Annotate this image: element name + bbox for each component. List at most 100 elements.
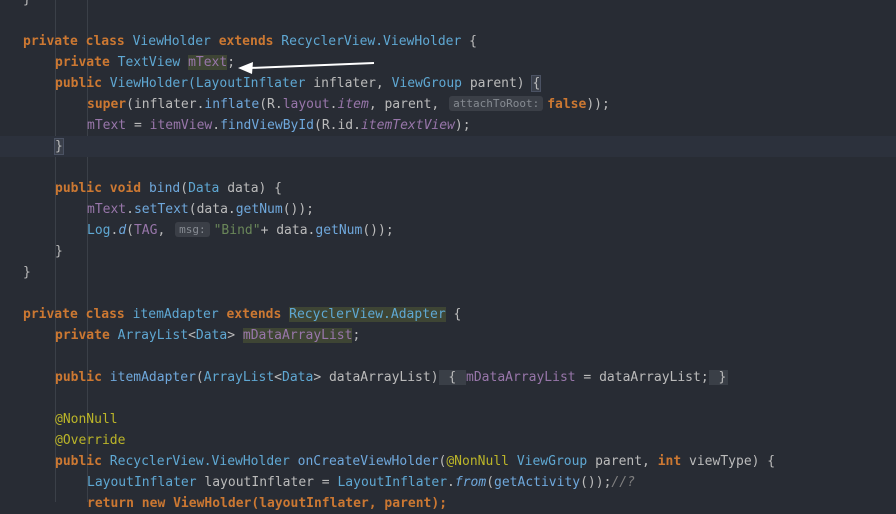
code-line[interactable]: private class ViewHolder extends Recycle… — [0, 31, 896, 52]
code-line[interactable]: public itemAdapter(ArrayList<Data> dataA… — [0, 367, 896, 388]
code-token: bind — [148, 181, 181, 196]
code-token: RecyclerView.ViewHolder — [101, 454, 298, 469]
code-line[interactable]: mText.setText(data.getNum()); — [0, 199, 896, 220]
code-token: ( — [126, 223, 134, 238]
code-token: ViewHolder( — [101, 76, 196, 91]
code-token: private — [55, 55, 110, 70]
code-line[interactable]: private class itemAdapter extends Recycl… — [0, 304, 896, 325]
code-line[interactable]: @Override — [0, 430, 896, 451]
code-line[interactable]: mText = itemView.findViewById(R.id.itemT… — [0, 115, 896, 136]
code-token: itemTextView — [360, 118, 455, 133]
folded-block-close[interactable]: } — [708, 370, 729, 385]
code-token: layoutInflater = — [196, 475, 338, 490]
code-token: ()); — [362, 223, 394, 238]
code-token: "Bind" — [213, 223, 261, 238]
code-token: extends — [218, 34, 274, 49]
parameter-hint: msg: — [175, 222, 210, 237]
code-token: getActivity — [494, 475, 581, 490]
code-token: } — [23, 0, 31, 7]
code-editor[interactable]: } private class ViewHolder extends Recyc… — [0, 0, 896, 511]
code-token: viewType) { — [681, 454, 776, 469]
code-token: ); — [454, 118, 471, 133]
code-token: Data — [188, 181, 220, 196]
code-token: findViewById — [220, 118, 314, 133]
code-token: itemAdapter — [124, 307, 227, 322]
code-token: @NonNull — [55, 412, 118, 427]
code-token: private — [23, 307, 78, 322]
code-token: public — [55, 181, 102, 196]
code-token: mText — [87, 202, 127, 217]
code-line[interactable]: } — [0, 262, 896, 283]
code-token: ()); — [580, 475, 612, 490]
code-token: super — [87, 97, 127, 112]
code-line[interactable]: LayoutInflater layoutInflater = LayoutIn… — [0, 472, 896, 493]
code-token: public — [55, 454, 102, 469]
code-line[interactable]: public RecyclerView.ViewHolder onCreateV… — [0, 451, 896, 472]
code-line[interactable]: private ArrayList<Data> mDataArrayList; — [0, 325, 896, 346]
code-token: ()); — [282, 202, 315, 217]
code-token: { — [461, 34, 477, 49]
code-token: ( — [486, 475, 495, 490]
code-token: parent, — [587, 454, 658, 469]
code-token: )); — [586, 97, 610, 112]
code-token: . — [447, 475, 455, 490]
code-token: , — [157, 223, 174, 238]
code-line[interactable]: } — [0, 0, 896, 10]
code-token: { — [445, 307, 462, 322]
code-token: itemAdapter — [109, 370, 196, 385]
code-line[interactable]: private TextView mText; — [0, 52, 896, 73]
code-line-current[interactable]: } — [0, 136, 896, 157]
code-line[interactable]: public void bind(Data data) { — [0, 178, 896, 199]
code-token: (R.id. — [314, 118, 361, 133]
code-token: private — [55, 328, 110, 343]
code-token: public — [55, 76, 102, 91]
code-token: inflate — [204, 97, 260, 112]
code-token: setText — [133, 202, 189, 217]
code-line[interactable]: @NonNull — [0, 409, 896, 430]
code-token: private — [23, 34, 78, 49]
code-line[interactable]: public ViewHolder(LayoutInflater inflate… — [0, 73, 896, 94]
code-token: = dataArrayList; — [575, 370, 709, 385]
code-line[interactable]: } — [0, 241, 896, 262]
code-token: } — [54, 138, 64, 155]
code-token: LayoutInflater — [337, 475, 448, 490]
code-token: < — [188, 328, 196, 343]
code-token: data) { — [219, 181, 283, 196]
code-token: ViewGroup — [391, 76, 463, 91]
code-token: Data — [282, 370, 314, 385]
code-token: extends — [226, 307, 282, 322]
code-token: class — [85, 34, 125, 49]
code-token: Data — [195, 328, 228, 343]
code-token: d — [118, 223, 127, 238]
code-token: > — [227, 328, 243, 343]
folded-block-open[interactable]: { — [438, 370, 467, 385]
code-line[interactable]: super(inflater.inflate(R.layout.item, pa… — [0, 94, 896, 115]
code-token: inflater, — [305, 76, 392, 91]
code-token: LayoutInflater — [87, 475, 197, 490]
code-token: getNum — [315, 223, 363, 238]
code-token: . — [212, 118, 221, 133]
code-token: ArrayList — [203, 370, 275, 385]
arrow-icon — [238, 62, 375, 74]
code-line[interactable]: Log.d(TAG, msg: "Bind"+ data.getNum()); — [0, 220, 896, 241]
code-token: mText — [188, 55, 228, 70]
code-token: ; — [352, 328, 361, 343]
code-line[interactable]: return new ViewHolder(layoutInflater, pa… — [0, 493, 896, 514]
code-token: int — [657, 454, 682, 469]
code-token: TAG — [133, 223, 158, 238]
code-token: item — [337, 97, 369, 112]
code-token: = — [126, 118, 150, 133]
code-token: (inflater. — [126, 97, 205, 112]
code-token: LayoutInflater — [195, 76, 306, 91]
code-token: Log — [87, 223, 111, 238]
code-token: ViewHolder — [124, 34, 219, 49]
code-token: . — [126, 202, 134, 217]
code-token: onCreateViewHolder — [297, 454, 439, 469]
code-token: layout — [282, 97, 330, 112]
